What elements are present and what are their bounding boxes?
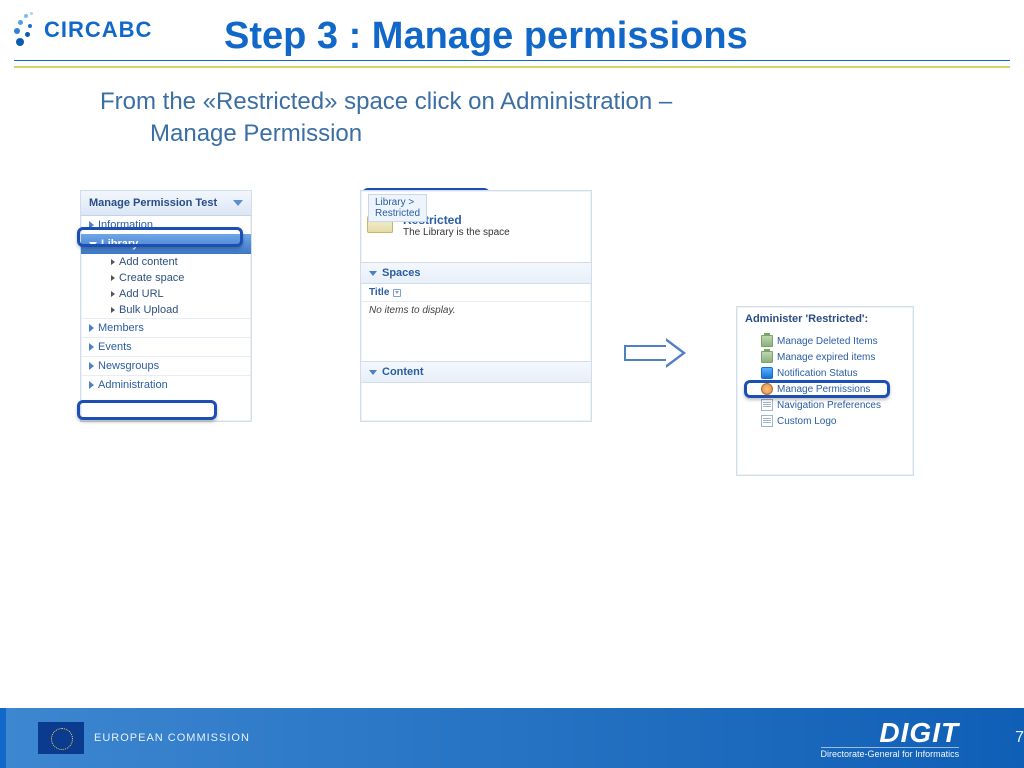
divider-gold (14, 66, 1010, 68)
admin-item-label: Manage Deleted Items (777, 336, 878, 347)
sidebar-item-label: Bulk Upload (119, 304, 178, 316)
footer-ec-label: EUROPEAN COMMISSION (94, 732, 250, 744)
footer-right: DIGIT Directorate-General for Informatic… (821, 717, 960, 759)
space-description: The Library is the space (403, 227, 510, 238)
instruction-text: From the «Restricted» space click on Adm… (100, 86, 900, 151)
trash-icon (761, 335, 773, 347)
column-header-title[interactable]: Title (361, 284, 591, 302)
breadcrumb-text: Library > Restricted (375, 197, 420, 219)
admin-item-notification[interactable]: Notification Status (745, 365, 905, 381)
admin-item-label: Notification Status (777, 368, 858, 379)
slide-header: CIRCABC Step 3 : Manage permissions (14, 12, 1010, 48)
logo-swirl-icon (14, 12, 38, 48)
admin-item-nav-prefs[interactable]: Navigation Preferences (745, 397, 905, 413)
sidebar-item-members[interactable]: Members (81, 318, 251, 337)
arrow-right-icon (89, 381, 94, 389)
section-label: Spaces (382, 267, 421, 279)
sidebar-item-label: Newsgroups (98, 360, 159, 372)
sidebar-item-label: Events (98, 341, 132, 353)
arrow-right-icon (111, 307, 115, 313)
admin-item-label: Manage Permissions (777, 384, 870, 395)
admin-panel-title: Administer 'Restricted': (745, 313, 905, 325)
admin-item-permissions[interactable]: Manage Permissions (745, 381, 905, 397)
arrow-right-icon (89, 221, 94, 229)
footer-digit-label: DIGIT (821, 717, 960, 749)
subitem-add-url[interactable]: Add URL (103, 286, 251, 302)
arrow-right-icon (89, 343, 94, 351)
sidebar-item-information[interactable]: Information (81, 216, 251, 234)
divider-blue (14, 60, 1010, 61)
users-icon (761, 383, 773, 395)
sidebar-item-label: Library (101, 238, 138, 250)
sidebar-item-newsgroups[interactable]: Newsgroups (81, 356, 251, 375)
arrow-right-icon (111, 291, 115, 297)
breadcrumb[interactable]: Library > Restricted (368, 194, 427, 222)
arrow-right-icon (111, 259, 115, 265)
sidebar-item-label: Add content (119, 256, 178, 268)
admin-item-deleted[interactable]: Manage Deleted Items (745, 333, 905, 349)
sidebar-header[interactable]: Manage Permission Test (81, 191, 251, 216)
content-panel: Restricted The Library is the space Spac… (360, 190, 592, 422)
section-content[interactable]: Content (361, 361, 591, 383)
sidebar-header-label: Manage Permission Test (89, 197, 217, 209)
chevron-down-icon (233, 200, 243, 206)
arrow-down-icon (89, 242, 97, 247)
sidebar-item-label: Administration (98, 379, 168, 391)
subitem-create-space[interactable]: Create space (103, 270, 251, 286)
sidebar-item-label: Members (98, 322, 144, 334)
admin-item-label: Custom Logo (777, 416, 836, 427)
trash-icon (761, 351, 773, 363)
slide-footer: EUROPEAN COMMISSION DIGIT Directorate-Ge… (0, 708, 1024, 768)
sort-icon (393, 289, 401, 297)
chevron-down-icon (369, 370, 377, 375)
footer-dgi-label: Directorate-General for Informatics (821, 747, 960, 759)
arrow-right-icon (89, 324, 94, 332)
admin-item-label: Navigation Preferences (777, 400, 881, 411)
sidebar-item-label: Add URL (119, 288, 164, 300)
instruction-line2: Manage Permission (150, 120, 362, 147)
page-number: 7 (1015, 729, 1024, 747)
admin-item-custom-logo[interactable]: Custom Logo (745, 413, 905, 429)
page-title: Step 3 : Manage permissions (224, 15, 748, 58)
column-label: Title (369, 287, 389, 298)
sidebar-item-library[interactable]: Library (81, 234, 251, 254)
instruction-line1: From the «Restricted» space click on Adm… (100, 88, 672, 115)
arrow-right-icon (89, 362, 94, 370)
document-icon (761, 399, 773, 411)
section-spaces[interactable]: Spaces (361, 262, 591, 284)
document-icon (761, 415, 773, 427)
library-submenu: Add content Create space Add URL Bulk Up… (81, 254, 251, 318)
chevron-down-icon (369, 271, 377, 276)
sidebar-item-label: Create space (119, 272, 184, 284)
subitem-add-content[interactable]: Add content (103, 254, 251, 270)
sidebar-item-events[interactable]: Events (81, 337, 251, 356)
section-label: Content (382, 366, 424, 378)
subitem-bulk-upload[interactable]: Bulk Upload (103, 302, 251, 318)
notification-icon (761, 367, 773, 379)
eu-flag-icon (38, 722, 84, 754)
arrow-right-icon (111, 275, 115, 281)
admin-item-expired[interactable]: Manage expired items (745, 349, 905, 365)
admin-item-label: Manage expired items (777, 352, 875, 363)
brand-text: CIRCABC (44, 17, 152, 43)
sidebar-item-administration[interactable]: Administration (81, 375, 251, 394)
admin-panel: Administer 'Restricted': Manage Deleted … (736, 306, 914, 476)
sidebar-panel: Manage Permission Test Information Libra… (80, 190, 252, 422)
empty-message: No items to display. (361, 302, 591, 319)
sidebar-item-label: Information (98, 219, 153, 231)
arrow-right-large-icon (624, 338, 690, 368)
